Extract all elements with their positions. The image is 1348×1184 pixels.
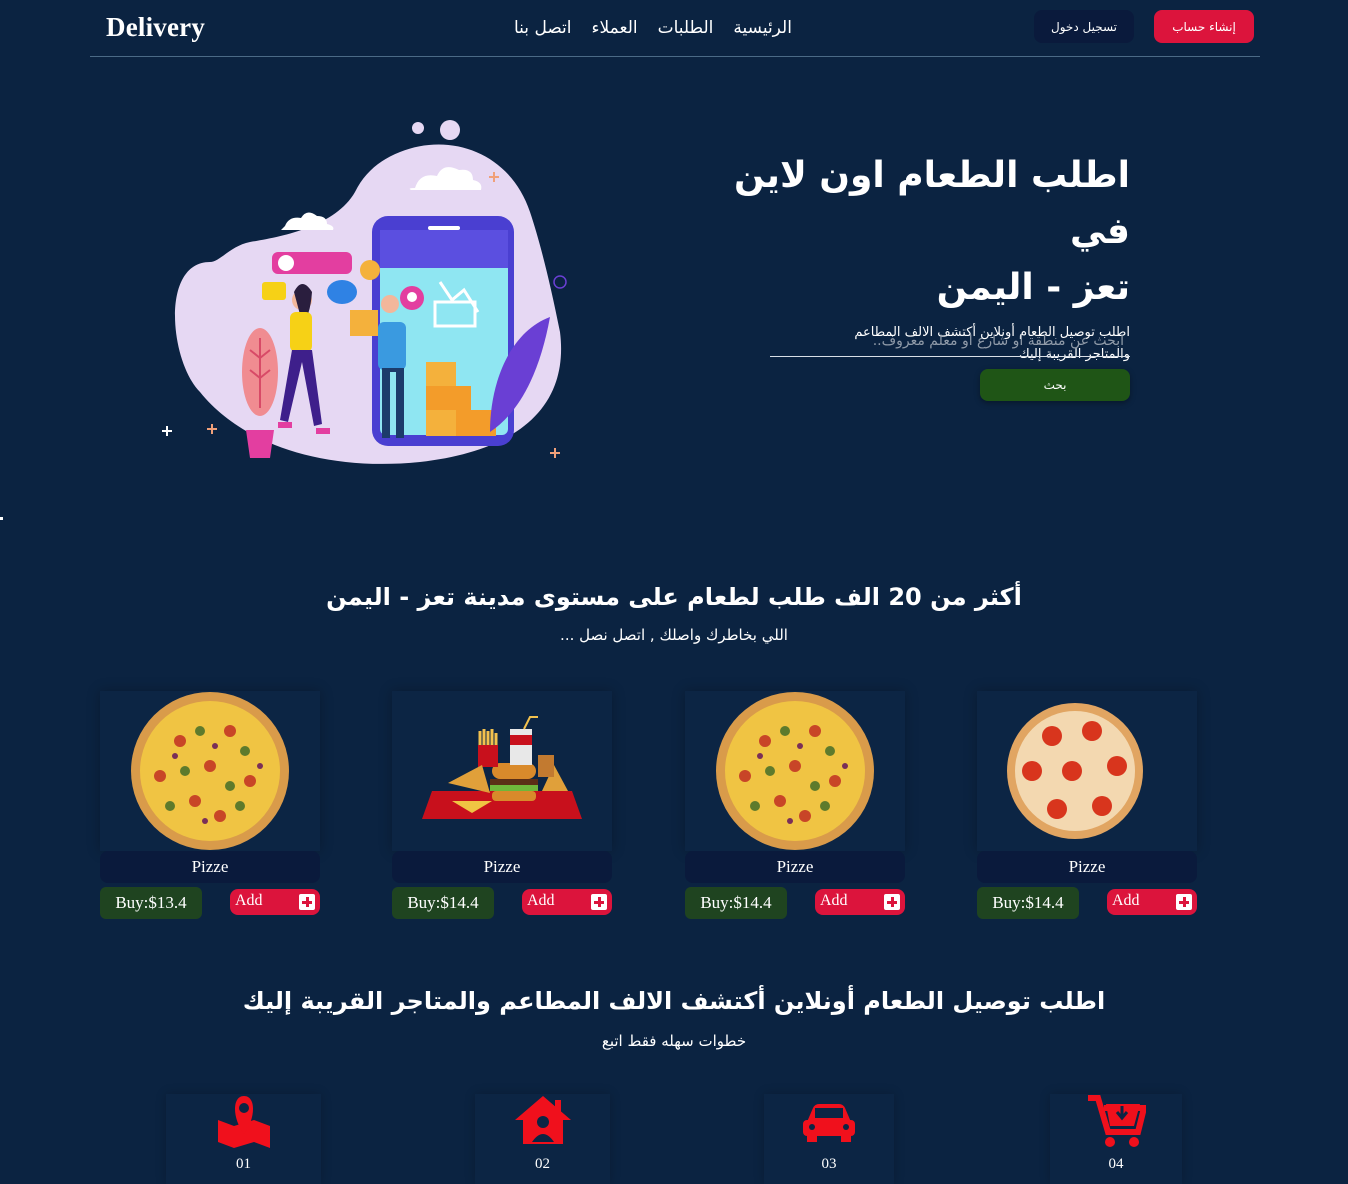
add-to-cart-button[interactable]: Add bbox=[815, 889, 905, 915]
product-price: Buy:$14.4 bbox=[977, 887, 1079, 919]
step-number: 01 bbox=[236, 1156, 251, 1172]
pepperoni-pizza-icon bbox=[1007, 703, 1143, 839]
hero-title: اطلب الطعام اون لاين في تعز - اليمن bbox=[720, 148, 1130, 316]
product-image[interactable] bbox=[977, 691, 1197, 851]
add-label: Add bbox=[1112, 892, 1140, 909]
product-name: Pizze bbox=[392, 851, 612, 883]
register-button[interactable]: إنشاء حساب bbox=[1154, 10, 1254, 43]
map-location-icon bbox=[217, 1096, 270, 1148]
nav-link-customers[interactable]: العملاء bbox=[592, 18, 638, 38]
cart-download-icon bbox=[1088, 1095, 1146, 1147]
fast-food-tray-icon bbox=[422, 716, 582, 819]
navbar: Delivery الرئيسية الطلبات العملاء اتصل ب… bbox=[90, 0, 1260, 57]
product-image[interactable] bbox=[392, 691, 612, 851]
car-icon bbox=[803, 1104, 855, 1142]
step-card: 03 bbox=[764, 1094, 894, 1184]
product-price: Buy:$13.4 bbox=[100, 887, 202, 919]
product-card: Pizze Buy:$13.4 Add bbox=[100, 691, 320, 919]
nav-link-contact[interactable]: اتصل بنا bbox=[514, 18, 572, 38]
add-to-cart-button[interactable]: Add bbox=[230, 889, 320, 915]
products-section-subtitle: اللي بخاطرك واصلك , اتصل نصل ... bbox=[560, 626, 788, 644]
veggie-pizza-icon bbox=[716, 692, 874, 850]
steps-section-title: اطلب توصيل الطعام أونلاين أكتشف الالف ال… bbox=[242, 987, 1106, 1015]
plus-icon bbox=[1176, 894, 1192, 910]
nav-link-orders[interactable]: الطلبات bbox=[658, 18, 714, 38]
product-price: Buy:$14.4 bbox=[392, 887, 494, 919]
product-name: Pizze bbox=[977, 851, 1197, 883]
product-name: Pizze bbox=[685, 851, 905, 883]
step-number: 02 bbox=[535, 1156, 550, 1172]
step-number: 04 bbox=[1108, 1156, 1124, 1172]
logo[interactable]: Delivery bbox=[106, 12, 205, 43]
plus-icon bbox=[591, 894, 607, 910]
plus-icon bbox=[299, 894, 315, 910]
product-name: Pizze bbox=[100, 851, 320, 883]
add-label: Add bbox=[820, 892, 848, 909]
step-card: 04 bbox=[1050, 1094, 1182, 1184]
product-card: Pizze Buy:$14.4 Add bbox=[685, 691, 905, 919]
search-input[interactable] bbox=[770, 326, 1130, 357]
step-number: 03 bbox=[821, 1156, 837, 1172]
product-card: Pizze Buy:$14.4 Add bbox=[392, 691, 612, 919]
product-image[interactable] bbox=[685, 691, 905, 851]
login-button[interactable]: تسجيل دخول bbox=[1034, 10, 1134, 43]
add-to-cart-button[interactable]: Add bbox=[522, 889, 612, 915]
step-card: 01 bbox=[166, 1094, 321, 1184]
steps-section-subtitle: خطوات سهله فقط اتبع bbox=[601, 1032, 747, 1050]
product-price: Buy:$14.4 bbox=[685, 887, 787, 919]
product-image[interactable] bbox=[100, 691, 320, 851]
veggie-pizza-icon bbox=[131, 692, 289, 850]
product-card: Pizze Buy:$14.4 Add bbox=[977, 691, 1197, 919]
add-label: Add bbox=[527, 892, 555, 909]
home-user-icon bbox=[514, 1096, 571, 1144]
step-card: 02 bbox=[475, 1094, 610, 1184]
stray-dot bbox=[0, 517, 3, 520]
products-section-title: أكثر من 20 الف طلب لطعام على مستوى مدينة… bbox=[326, 583, 1022, 611]
plus-icon bbox=[884, 894, 900, 910]
add-label: Add bbox=[235, 892, 263, 909]
nav-links: الرئيسية الطلبات العملاء اتصل بنا bbox=[514, 18, 792, 38]
hero-illustration bbox=[162, 120, 567, 464]
search-button[interactable]: بحث bbox=[980, 369, 1130, 401]
hero-title-line1: اطلب الطعام اون لاين في bbox=[734, 155, 1130, 252]
nav-link-home[interactable]: الرئيسية bbox=[733, 18, 792, 38]
add-to-cart-button[interactable]: Add bbox=[1107, 889, 1197, 915]
hero-title-line2: تعز - اليمن bbox=[936, 267, 1130, 308]
